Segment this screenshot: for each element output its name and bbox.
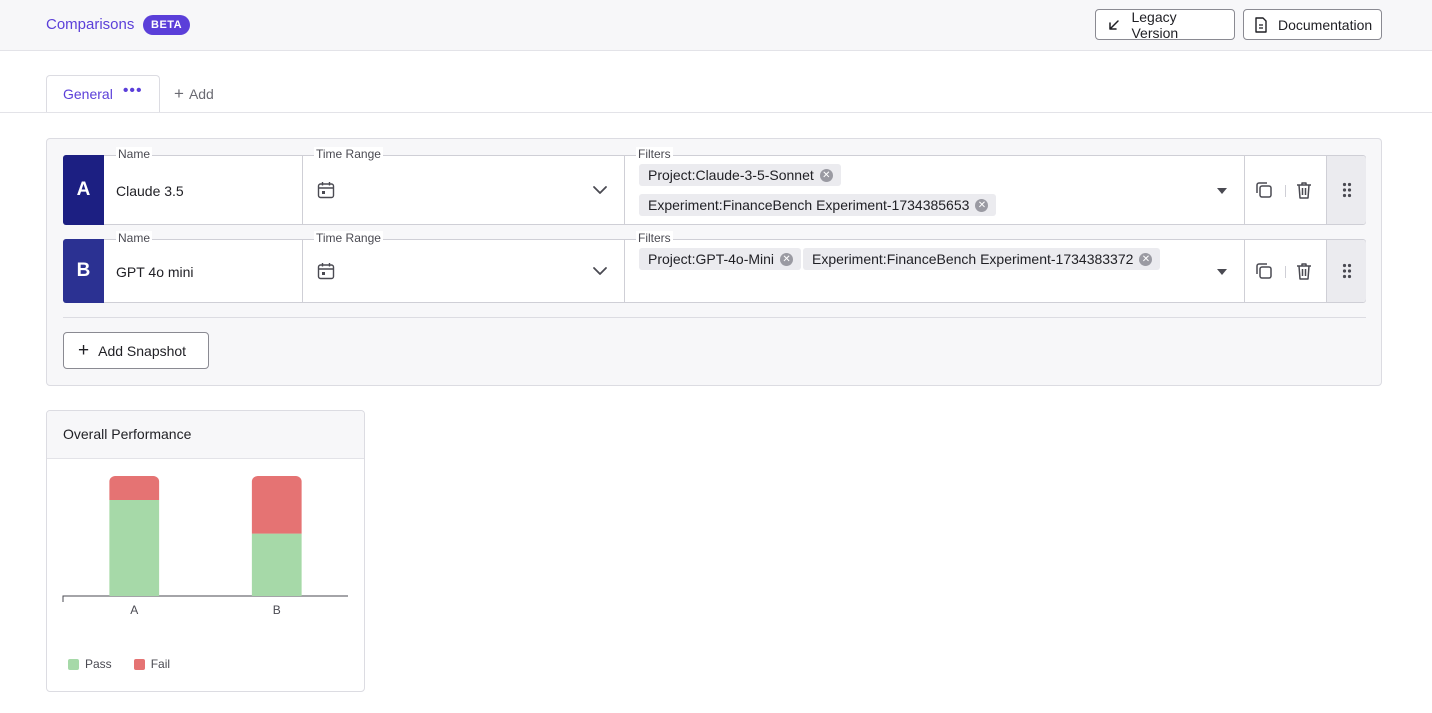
add-snapshot-label: Add Snapshot	[98, 342, 187, 359]
x-axis	[62, 595, 348, 602]
calendar-icon[interactable]	[317, 262, 335, 280]
filter-chip-label: Experiment:FinanceBench Experiment-17343…	[812, 251, 1134, 267]
filter-chip: Project:Claude-3-5-Sonnet ✕	[639, 164, 841, 186]
breadcrumb[interactable]: Comparisons	[46, 16, 134, 33]
trash-icon[interactable]	[1294, 180, 1314, 200]
top-bar: Comparisons BETA Legacy Version Document…	[0, 0, 1432, 51]
calendar-icon[interactable]	[317, 181, 335, 199]
tabs-divider	[0, 112, 1432, 113]
legend-label: Fail	[150, 657, 171, 671]
time-range-label: Time Range	[314, 231, 383, 245]
filter-chip: Experiment:FinanceBench Experiment-17343…	[639, 194, 997, 216]
divider	[302, 156, 303, 224]
snapshot-row-b: B Name GPT 4o mini Time Range Filters Pr…	[63, 231, 1366, 303]
divider	[1244, 240, 1245, 302]
remove-filter-icon[interactable]: ✕	[1139, 252, 1153, 266]
add-tab-button[interactable]: + Add	[174, 85, 214, 102]
chart-title: Overall Performance	[63, 426, 192, 442]
divider	[1244, 156, 1245, 224]
bar-fail-b[interactable]	[251, 476, 302, 534]
documentation-label: Documentation	[1278, 16, 1373, 33]
plus-icon: +	[78, 340, 90, 361]
legend-label: Pass	[85, 657, 112, 671]
snapshot-name-input[interactable]: GPT 4o mini	[116, 264, 194, 280]
snapshot-row-a: A Name Claude 3.5 Time Range Filters Pro…	[63, 147, 1366, 225]
legacy-version-button[interactable]: Legacy Version	[1095, 8, 1235, 41]
divider	[63, 317, 1366, 318]
filter-chip: Experiment:FinanceBench Experiment-17343…	[803, 248, 1161, 270]
drag-handle[interactable]	[1326, 156, 1366, 224]
divider	[302, 240, 303, 302]
documentation-button[interactable]: Documentation	[1243, 9, 1382, 40]
remove-filter-icon[interactable]: ✕	[975, 198, 989, 212]
snapshot-letter: B	[63, 239, 104, 303]
bar-pass-b[interactable]	[251, 533, 302, 596]
trash-icon[interactable]	[1294, 261, 1314, 281]
add-snapshot-button[interactable]: + Add Snapshot	[63, 332, 209, 369]
beta-badge: BETA	[143, 15, 191, 35]
duplicate-icon[interactable]	[1254, 261, 1274, 281]
tab-general[interactable]: General •••	[46, 75, 160, 113]
filter-chip-label: Experiment:FinanceBench Experiment-17343…	[648, 197, 970, 213]
divider	[624, 240, 625, 302]
plus-icon: +	[174, 84, 184, 103]
snapshot-name-input[interactable]: Claude 3.5	[116, 183, 184, 199]
name-label: Name	[116, 231, 153, 245]
remove-filter-icon[interactable]: ✕	[780, 252, 794, 266]
divider	[1285, 266, 1286, 278]
x-tick-label: A	[130, 603, 138, 617]
more-icon[interactable]: •••	[123, 83, 143, 99]
x-tick-label: B	[273, 603, 281, 617]
filters-dropdown-icon[interactable]	[1217, 269, 1227, 275]
bar-pass-a[interactable]	[109, 500, 160, 596]
remove-filter-icon[interactable]: ✕	[819, 168, 833, 182]
filter-chip-label: Project:Claude-3-5-Sonnet	[648, 167, 814, 183]
drag-handle-icon	[1342, 263, 1351, 279]
filters-dropdown-icon[interactable]	[1217, 188, 1227, 194]
filters-label: Filters	[636, 147, 673, 161]
legend-swatch	[133, 658, 145, 670]
duplicate-icon[interactable]	[1254, 180, 1274, 200]
filter-chip-label: Project:GPT-4o-Mini	[648, 251, 775, 267]
chevron-down-icon[interactable]	[592, 182, 608, 198]
divider	[1285, 185, 1286, 197]
document-icon	[1254, 16, 1268, 33]
legend-item-pass[interactable]: Pass	[68, 657, 112, 671]
add-tab-label: Add	[188, 85, 214, 102]
bar-fail-a[interactable]	[109, 476, 160, 500]
arrow-down-left-icon	[1106, 17, 1121, 33]
legend-swatch	[68, 658, 79, 670]
chart-legend: Pass Fail	[68, 657, 192, 671]
legacy-version-label: Legacy Version	[1131, 8, 1179, 41]
drag-handle[interactable]	[1326, 240, 1366, 302]
filter-chip: Project:GPT-4o-Mini ✕	[639, 248, 802, 270]
time-range-label: Time Range	[314, 147, 383, 161]
chevron-down-icon[interactable]	[592, 263, 608, 279]
stacked-bar-chart: AB	[62, 476, 348, 617]
tab-general-label: General	[63, 86, 113, 102]
legend-item-fail[interactable]: Fail	[133, 657, 171, 671]
snapshots-panel: A Name Claude 3.5 Time Range Filters Pro…	[46, 138, 1382, 386]
card-header: Overall Performance	[47, 411, 364, 459]
overall-performance-card: Overall Performance AB Pass Fail	[46, 410, 365, 692]
drag-handle-icon	[1342, 182, 1351, 198]
divider	[624, 156, 625, 224]
snapshot-letter: A	[63, 155, 104, 225]
filters-label: Filters	[636, 231, 673, 245]
name-label: Name	[116, 147, 153, 161]
